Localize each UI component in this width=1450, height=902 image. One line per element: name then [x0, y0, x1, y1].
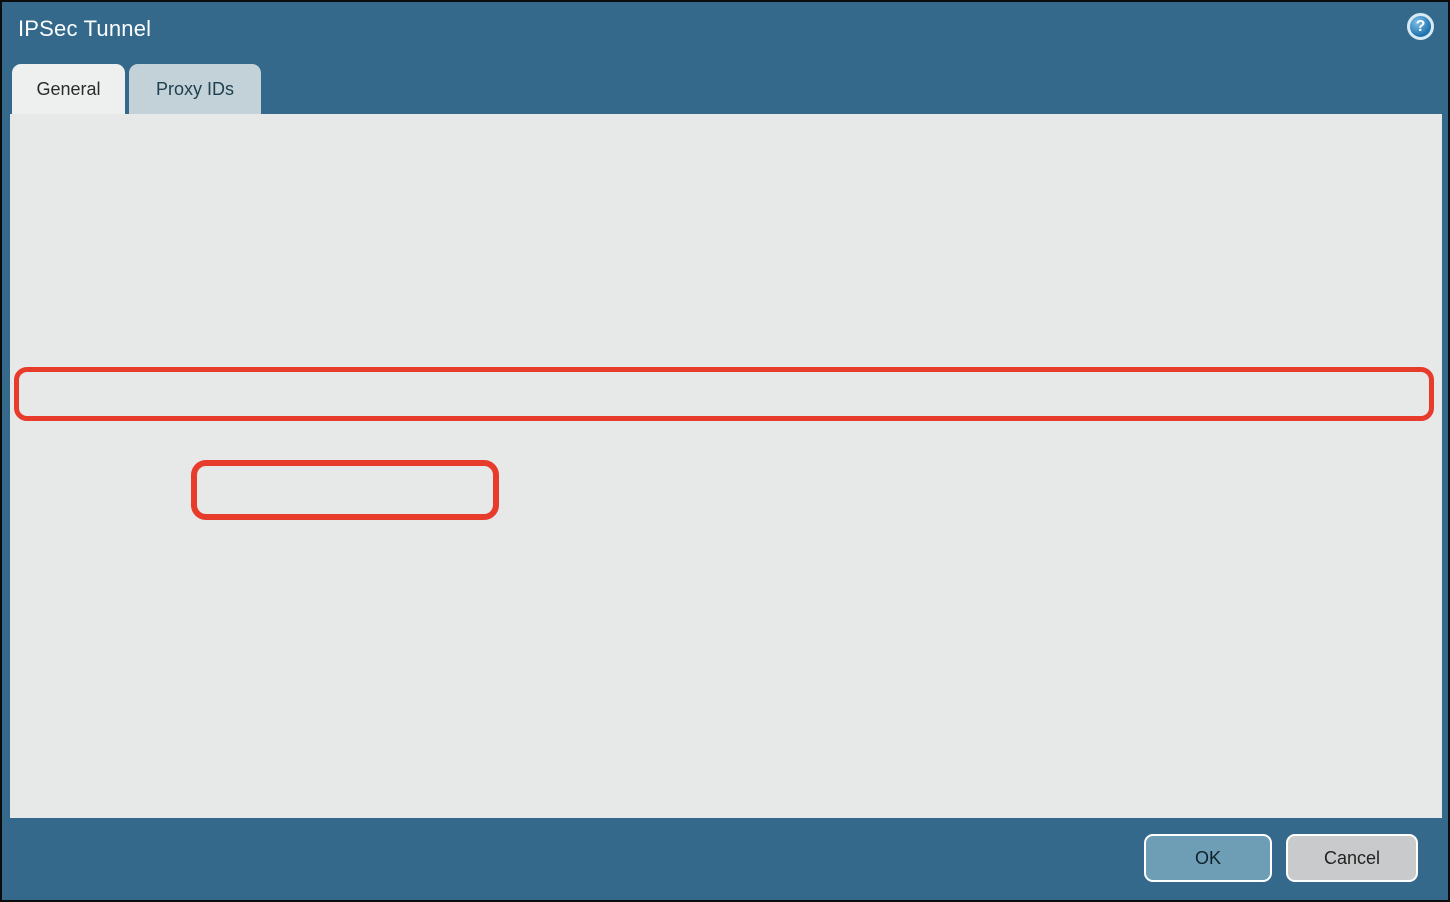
dialog-title: IPSec Tunnel — [18, 16, 151, 42]
ipsec-tunnel-dialog: IPSec Tunnel ? General Proxy IDs Name Tu… — [0, 0, 1450, 902]
general-tab-panel — [10, 114, 1442, 818]
ok-button[interactable]: OK — [1144, 834, 1272, 882]
help-icon[interactable]: ? — [1407, 13, 1434, 40]
cancel-button[interactable]: Cancel — [1286, 834, 1418, 882]
tab-general[interactable]: General — [12, 64, 125, 114]
tab-proxy-ids[interactable]: Proxy IDs — [129, 64, 261, 114]
